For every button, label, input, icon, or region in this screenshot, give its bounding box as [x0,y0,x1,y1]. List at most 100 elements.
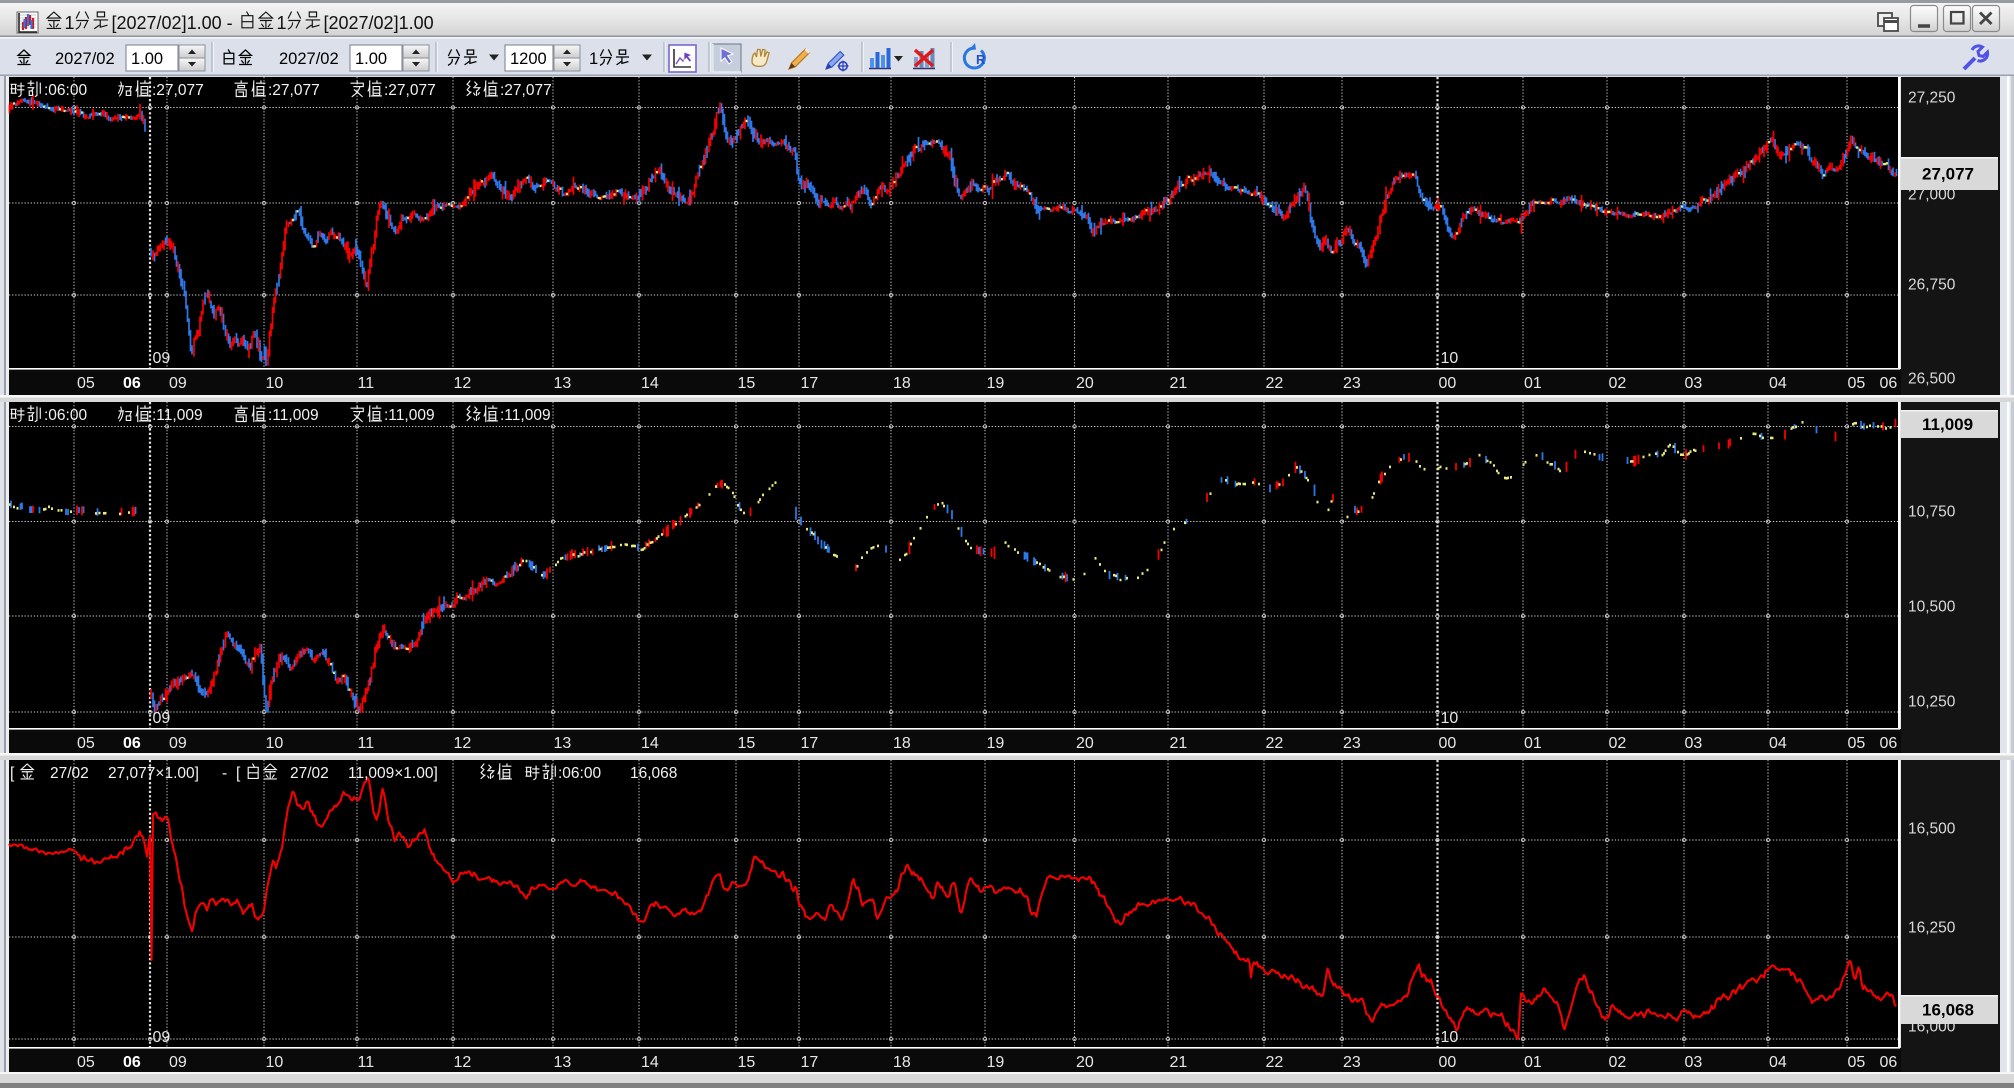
svg-text:21: 21 [1170,1054,1188,1071]
svg-text:17: 17 [801,1054,819,1071]
svg-text::27,077: :27,077 [500,82,552,99]
svg-text:00: 00 [1439,1054,1457,1071]
svg-text:09: 09 [169,1054,187,1071]
svg-text::11,009: :11,009 [384,407,435,424]
svg-text:2027/02: 2027/02 [55,50,115,68]
svg-text:15: 15 [738,1054,756,1071]
svg-text:2027/02: 2027/02 [279,50,339,68]
svg-text:16,250: 16,250 [1908,920,1956,937]
svg-text:1.00: 1.00 [355,50,387,68]
svg-text:01: 01 [1524,1054,1542,1071]
svg-text::11,009: :11,009 [500,407,551,424]
svg-text::27,077: :27,077 [152,82,204,99]
svg-text:21: 21 [1170,375,1188,392]
svg-text:-: - [222,765,227,782]
svg-text:17: 17 [801,375,819,392]
svg-text:10: 10 [266,375,284,392]
svg-text:1: 1 [65,13,75,33]
svg-text:12: 12 [454,1054,472,1071]
svg-text:04: 04 [1769,1054,1787,1071]
svg-text:05: 05 [1848,735,1866,752]
svg-text:20: 20 [1076,1054,1094,1071]
svg-text:10,500: 10,500 [1908,599,1956,616]
svg-text:05: 05 [77,735,95,752]
svg-text::27,077: :27,077 [268,82,320,99]
svg-text:10: 10 [266,1054,284,1071]
svg-text:R: R [976,52,986,67]
svg-text:26,500: 26,500 [1908,371,1956,388]
svg-text:1: 1 [277,13,287,33]
svg-text::11,009: :11,009 [268,407,319,424]
svg-text:02: 02 [1609,1054,1627,1071]
svg-text:14: 14 [641,1054,659,1071]
svg-text:11,009×1.00]: 11,009×1.00] [348,765,438,782]
svg-text:20: 20 [1076,375,1094,392]
svg-text:13: 13 [554,375,572,392]
svg-text:01: 01 [1524,375,1542,392]
svg-text:[2027/02]1.00 -: [2027/02]1.00 - [112,13,233,33]
svg-text:06: 06 [123,735,141,752]
svg-text:17: 17 [801,735,819,752]
svg-text:01: 01 [1524,735,1542,752]
svg-text:1: 1 [589,50,598,68]
svg-text:27/02: 27/02 [290,765,329,782]
svg-text:19: 19 [987,375,1005,392]
svg-text:02: 02 [1609,375,1627,392]
svg-text:09: 09 [169,735,187,752]
svg-text:10,250: 10,250 [1908,694,1956,711]
svg-text:03: 03 [1685,1054,1703,1071]
svg-text:15: 15 [738,735,756,752]
svg-text:27/02: 27/02 [50,765,89,782]
svg-text:09: 09 [153,350,171,367]
svg-text:09: 09 [153,1029,171,1046]
svg-text:22: 22 [1266,735,1284,752]
svg-text:05: 05 [1848,1054,1866,1071]
svg-text:27,250: 27,250 [1908,90,1956,107]
svg-text:00: 00 [1439,375,1457,392]
svg-text:18: 18 [893,375,911,392]
svg-text:06: 06 [1880,1054,1898,1071]
svg-text:14: 14 [641,375,659,392]
svg-text:23: 23 [1343,735,1361,752]
svg-text:[2027/02]1.00: [2027/02]1.00 [324,13,434,33]
svg-text::06:00: :06:00 [44,82,87,99]
svg-text:19: 19 [987,735,1005,752]
svg-text:11: 11 [358,375,375,392]
svg-text:22: 22 [1266,1054,1284,1071]
svg-text:03: 03 [1685,375,1703,392]
svg-text:06: 06 [123,375,141,392]
svg-text:12: 12 [454,375,472,392]
svg-text:26,750: 26,750 [1908,277,1956,294]
svg-text:13: 13 [554,1054,572,1071]
svg-text:09: 09 [153,710,171,727]
svg-text:04: 04 [1769,375,1787,392]
svg-text:27,077×1.00]: 27,077×1.00] [108,765,199,782]
svg-text:06: 06 [1880,375,1898,392]
svg-text:06: 06 [1880,735,1898,752]
svg-text:10: 10 [1441,1029,1459,1046]
svg-text:16,068: 16,068 [630,765,677,782]
svg-text:16,068: 16,068 [1922,1001,1974,1020]
svg-text:10: 10 [1441,350,1459,367]
svg-text:23: 23 [1343,1054,1361,1071]
svg-text:05: 05 [77,1054,95,1071]
svg-text:14: 14 [641,735,659,752]
svg-text:18: 18 [893,1054,911,1071]
svg-text:1200: 1200 [510,50,547,68]
svg-text::06:00: :06:00 [558,765,601,782]
svg-text:13: 13 [554,735,572,752]
svg-text:12: 12 [454,735,472,752]
svg-text:10: 10 [1441,710,1459,727]
svg-text:11: 11 [358,1054,375,1071]
svg-text:23: 23 [1343,375,1361,392]
svg-text:06: 06 [123,1054,141,1071]
svg-text::06:00: :06:00 [44,407,87,424]
svg-text:[: [ [236,765,241,782]
svg-text:22: 22 [1266,375,1284,392]
svg-text:11,009: 11,009 [1922,415,1973,434]
svg-text:15: 15 [738,375,756,392]
svg-text:1.00: 1.00 [131,50,163,68]
svg-text:10,750: 10,750 [1908,504,1956,521]
svg-text:[: [ [10,765,15,782]
svg-text:10: 10 [266,735,284,752]
